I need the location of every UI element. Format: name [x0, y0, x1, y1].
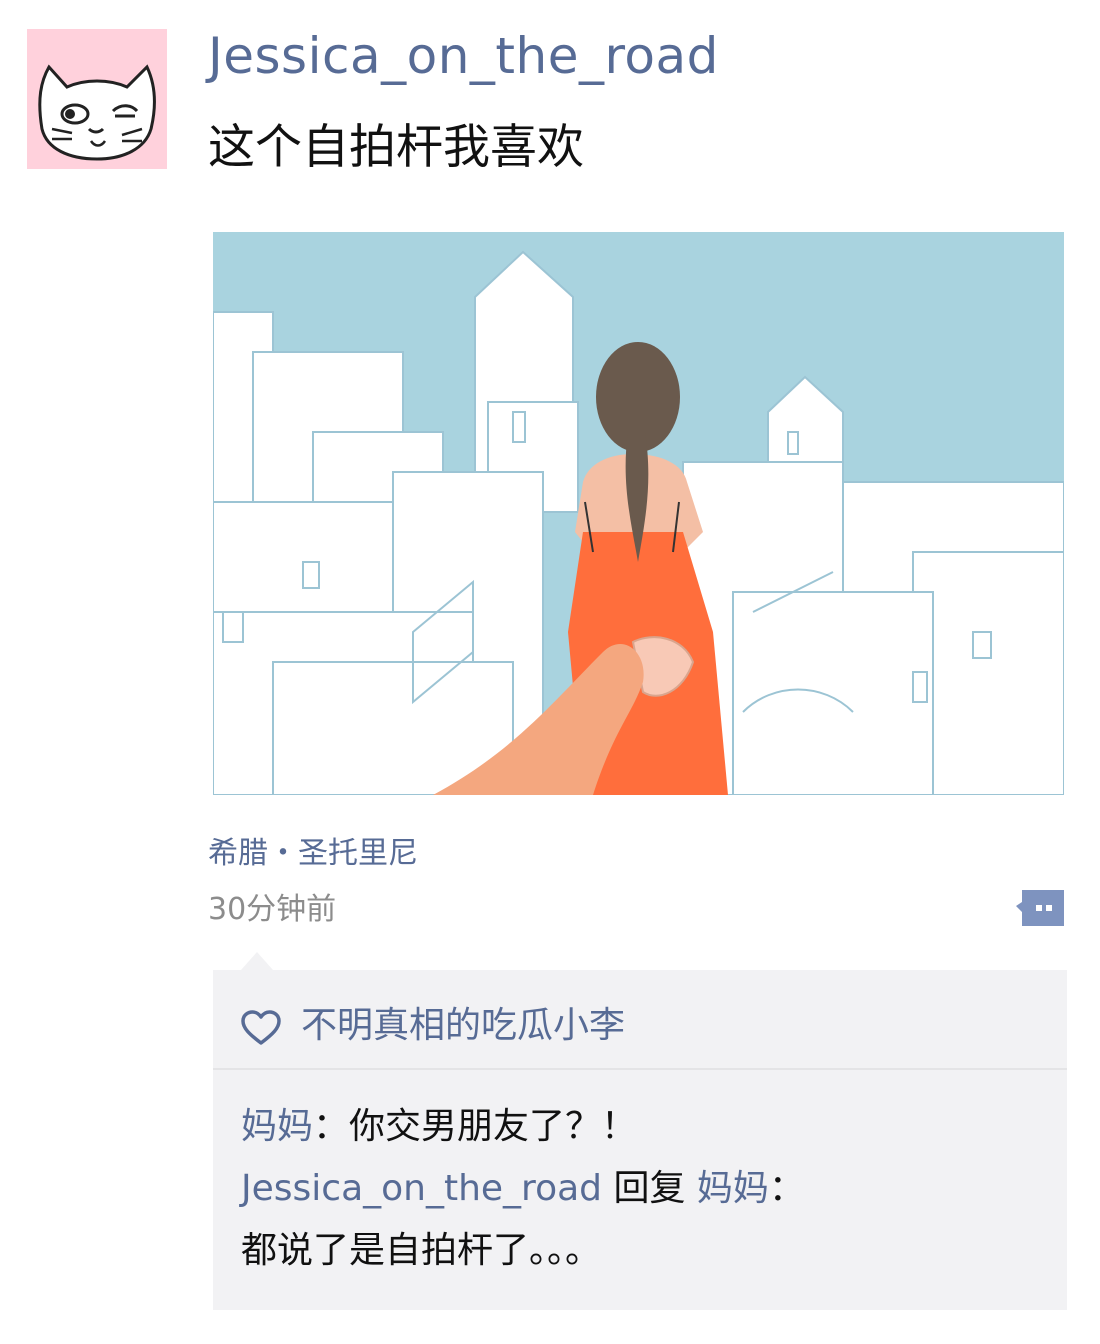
reply-to-user[interactable]: 妈妈 — [697, 1168, 769, 1209]
like-user-name[interactable]: 不明真相的吃瓜小李 — [301, 1004, 625, 1048]
post-time: 30分钟前 — [208, 892, 337, 927]
avatar[interactable] — [27, 29, 167, 169]
feedback-arrow — [241, 952, 273, 970]
comment-item[interactable]: 妈妈：你交男朋友了？！ — [241, 1096, 1051, 1158]
comment-text-continued: 都说了是自拍杆了。。。 — [241, 1230, 602, 1271]
comment-separator: ： — [768, 1168, 805, 1209]
comment-button[interactable] — [1016, 890, 1064, 926]
reply-word: 回复 — [602, 1168, 697, 1209]
comment-separator: ： — [313, 1106, 350, 1147]
comment-list: 妈妈：你交男朋友了？！ Jessica_on_the_road 回复 妈妈： 都… — [241, 1096, 1051, 1282]
illustration-couple-santorini — [213, 232, 1064, 795]
comment-item[interactable]: Jessica_on_the_road 回复 妈妈： — [241, 1158, 1051, 1220]
comment-author[interactable]: Jessica_on_the_road — [241, 1168, 602, 1209]
comment-text: 你交男朋友了？！ — [349, 1106, 638, 1147]
likes-row: 不明真相的吃瓜小李 — [213, 970, 1067, 1070]
post-image[interactable] — [213, 232, 1064, 795]
comment-author[interactable]: 妈妈 — [241, 1106, 313, 1147]
post-username[interactable]: Jessica_on_the_road — [208, 26, 719, 86]
heart-icon — [241, 1010, 281, 1045]
comment-bubble-icon — [1016, 890, 1064, 926]
feedback-panel: 不明真相的吃瓜小李 妈妈：你交男朋友了？！ Jessica_on_the_roa… — [213, 970, 1067, 1310]
post-text: 这个自拍杆我喜欢 — [208, 120, 584, 175]
post-location[interactable]: 希腊・圣托里尼 — [208, 836, 418, 872]
cat-face-icon — [38, 64, 156, 161]
